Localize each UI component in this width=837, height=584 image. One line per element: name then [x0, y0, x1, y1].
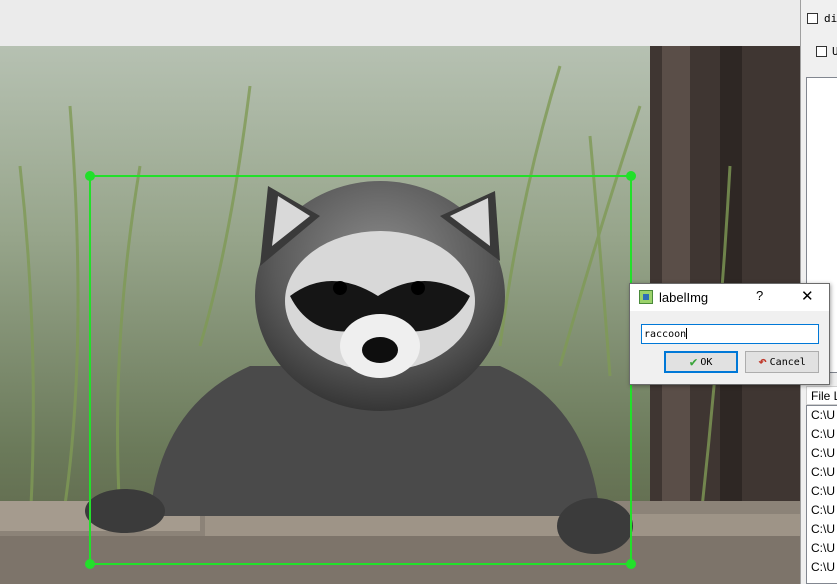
checkmark-icon: ✔: [689, 354, 698, 370]
difficult-checkbox[interactable]: [807, 13, 818, 24]
file-list-item[interactable]: C:\U: [807, 520, 837, 539]
file-list-item[interactable]: C:\U: [807, 463, 837, 482]
use-default-label-text: U: [832, 45, 837, 58]
file-list-item[interactable]: C:\U: [807, 539, 837, 558]
undo-arrow-icon: ↶: [758, 354, 767, 370]
label-dialog: labelImg ? ✕ raccoon ✔ OK ↶ Cancel: [629, 283, 830, 385]
text-caret: [686, 328, 688, 339]
file-list-header: File L: [806, 386, 837, 405]
close-icon[interactable]: ✕: [801, 287, 814, 305]
file-list-item[interactable]: C:\U: [807, 558, 837, 577]
toolbar-area: [0, 0, 800, 46]
file-list-item[interactable]: C:\U: [807, 482, 837, 501]
help-icon[interactable]: ?: [756, 288, 763, 303]
file-list-item[interactable]: C:\U: [807, 406, 837, 425]
dialog-titlebar[interactable]: labelImg ? ✕: [630, 284, 829, 311]
file-list-item[interactable]: C:\U: [807, 444, 837, 463]
file-list[interactable]: C:\U C:\U C:\U C:\U C:\U C:\U C:\U C:\U …: [806, 405, 837, 584]
cancel-button[interactable]: ↶ Cancel: [745, 351, 819, 373]
file-list-item[interactable]: C:\U: [807, 425, 837, 444]
ok-button[interactable]: ✔ OK: [664, 351, 738, 373]
difficult-label: di: [824, 12, 837, 25]
label-input-value: raccoon: [644, 329, 687, 340]
cancel-button-label: Cancel: [769, 356, 806, 368]
dialog-title: labelImg: [659, 290, 709, 305]
label-input[interactable]: raccoon: [641, 324, 819, 344]
labelimg-app-icon: [639, 290, 653, 304]
ok-button-label: OK: [700, 356, 713, 368]
file-list-item[interactable]: C:\U: [807, 501, 837, 520]
use-default-label-checkbox[interactable]: [816, 46, 827, 57]
